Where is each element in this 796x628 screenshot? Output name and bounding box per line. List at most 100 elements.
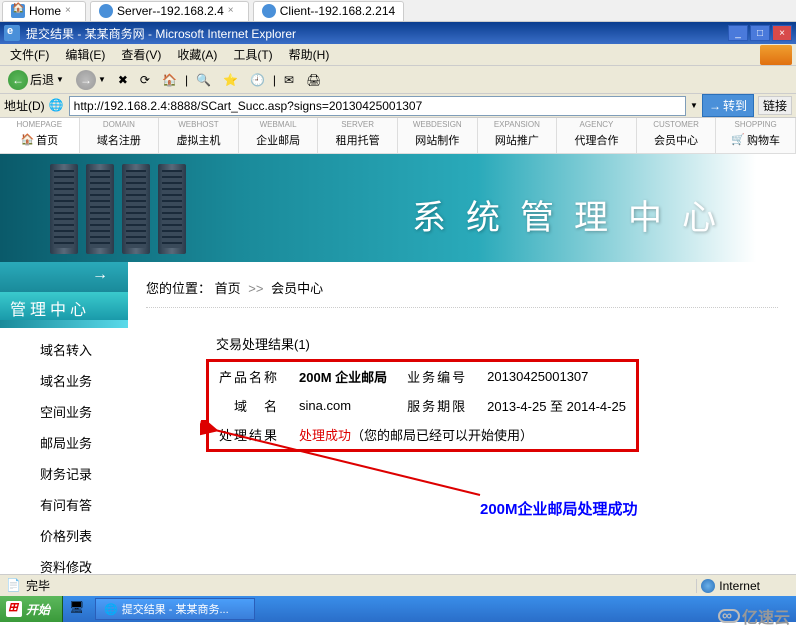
links-button[interactable]: 链接 (758, 96, 792, 115)
sidebar-item-qa[interactable]: 有问有答 (0, 489, 128, 520)
forward-button[interactable]: → ▼ (72, 68, 110, 92)
tab-label: Client--192.168.2.214 (280, 4, 395, 18)
value-result: 处理成功（您的邮局已经可以开始使用） (289, 420, 637, 451)
nav-customer[interactable]: CUSTOMER会员中心 (637, 118, 717, 153)
ie-logo-icon (4, 25, 20, 41)
ie-toolbar: ← 后退 ▼ → ▼ ✖ ⟳ 🏠 | 🔍 ⭐ 🕘 | ✉ 🖨 (0, 66, 796, 94)
separator: | (273, 73, 276, 87)
menu-file[interactable]: 文件(F) (4, 44, 55, 65)
separator: | (185, 73, 188, 87)
cloud-icon (718, 609, 740, 623)
server-rack-graphic (50, 164, 186, 254)
sidebar-item-mail-biz[interactable]: 邮局业务 (0, 427, 128, 458)
result-box: 交易处理结果(1) 产品名称 200M 企业邮局 业务编号 2013042500… (206, 328, 778, 452)
go-button[interactable]: → 转到 (702, 94, 754, 117)
sidebar-item-pricelist[interactable]: 价格列表 (0, 520, 128, 551)
start-button[interactable]: 开始 (0, 596, 63, 622)
nav-webdesign[interactable]: WEBDESIGN网站制作 (398, 118, 478, 153)
print-button[interactable]: 🖨 (302, 71, 325, 89)
sidebar-item-domain-transfer[interactable]: 域名转入 (0, 334, 128, 365)
nav-domain[interactable]: DOMAIN域名注册 (80, 118, 160, 153)
result-table: 产品名称 200M 企业邮局 业务编号 20130425001307 域 名 s… (206, 359, 639, 452)
ie-titlebar: 提交结果 - 某某商务网 - Microsoft Internet Explor… (0, 22, 796, 44)
breadcrumb: 您的位置： 首页 >> 会员中心 (146, 274, 778, 301)
close-icon[interactable]: × (65, 5, 77, 17)
start-label: 开始 (26, 601, 50, 618)
home-button[interactable]: 🏠 (158, 71, 181, 89)
house-icon: 🏠 (20, 133, 34, 146)
divider (146, 307, 778, 308)
home-icon (11, 4, 25, 18)
menu-view[interactable]: 查看(V) (115, 44, 167, 65)
tab-server[interactable]: Server--192.168.2.4 × (90, 1, 249, 21)
quick-launch: 🖥 (63, 600, 93, 618)
breadcrumb-home[interactable]: 首页 (215, 281, 241, 296)
window-title: 提交结果 - 某某商务网 - Microsoft Internet Explor… (26, 25, 296, 42)
tab-home[interactable]: Home × (2, 1, 86, 21)
breadcrumb-label: 您的位置： (146, 281, 211, 296)
nav-expansion[interactable]: EXPANSION网站推广 (478, 118, 558, 153)
minimize-button[interactable]: _ (728, 25, 748, 41)
menu-tools[interactable]: 工具(T) (227, 44, 278, 65)
history-icon: 🕘 (250, 73, 265, 87)
watermark: 亿速云 (718, 604, 790, 628)
sidebar-item-domain-biz[interactable]: 域名业务 (0, 365, 128, 396)
banner-title: 系统管理中心 (412, 190, 736, 239)
search-button[interactable]: 🔍 (192, 71, 215, 89)
ie-menubar: 文件(F) 编辑(E) 查看(V) 收藏(A) 工具(T) 帮助(H) (0, 44, 796, 66)
maximize-button[interactable]: □ (750, 25, 770, 41)
refresh-icon: ⟳ (140, 73, 150, 87)
tab-client[interactable]: Client--192.168.2.214 (253, 1, 404, 21)
nav-shopping[interactable]: SHOPPING🛒购物车 (716, 118, 796, 153)
desktop-icon[interactable]: 🖥 (69, 600, 87, 618)
globe-icon (99, 4, 113, 18)
nav-agency[interactable]: AGENCY代理合作 (557, 118, 637, 153)
taskbar: 开始 🖥 🌐 提交结果 - 某某商务... (0, 596, 796, 622)
breadcrumb-sep: >> (248, 281, 263, 296)
sidebar-item-finance[interactable]: 财务记录 (0, 458, 128, 489)
close-icon[interactable]: × (228, 5, 240, 17)
close-button[interactable]: × (772, 25, 792, 41)
value-domain: sina.com (289, 391, 397, 420)
stop-button[interactable]: ✖ (114, 71, 132, 89)
nav-homepage[interactable]: HOMEPAGE🏠首页 (0, 118, 80, 153)
menu-edit[interactable]: 编辑(E) (59, 44, 111, 65)
nav-server[interactable]: SERVER租用托管 (318, 118, 398, 153)
address-input[interactable] (69, 96, 686, 116)
result-title: 交易处理结果(1) (206, 328, 778, 359)
sidebar-item-space-biz[interactable]: 空间业务 (0, 396, 128, 427)
globe-icon (701, 579, 715, 593)
window-controls: _ □ × (728, 25, 792, 41)
value-bizno: 20130425001307 (477, 361, 637, 392)
security-zone: Internet (696, 579, 790, 593)
mail-button[interactable]: ✉ (280, 71, 298, 89)
history-button[interactable]: 🕘 (246, 71, 269, 89)
star-icon: ⭐ (223, 73, 238, 87)
refresh-button[interactable]: ⟳ (136, 71, 154, 89)
stop-icon: ✖ (118, 73, 128, 87)
label-domain: 域 名 (208, 391, 290, 420)
globe-icon (262, 4, 276, 18)
value-product: 200M 企业邮局 (289, 361, 397, 392)
nav-webmail[interactable]: WEBMAIL企业邮局 (239, 118, 319, 153)
back-icon: ← (8, 70, 28, 90)
chevron-down-icon: ▼ (56, 75, 64, 84)
tab-label: Home (29, 4, 61, 18)
sidebar-title: 管理中心 (0, 292, 128, 320)
home-icon: 🏠 (162, 73, 177, 87)
menu-help[interactable]: 帮助(H) (283, 44, 336, 65)
menu-favorites[interactable]: 收藏(A) (171, 44, 223, 65)
nav-webhost[interactable]: WEBHOST虚拟主机 (159, 118, 239, 153)
chevron-down-icon[interactable]: ▼ (690, 101, 698, 110)
print-icon: 🖨 (306, 73, 321, 87)
taskbar-item[interactable]: 🌐 提交结果 - 某某商务... (95, 598, 255, 620)
back-button[interactable]: ← 后退 ▼ (4, 68, 68, 92)
favorites-button[interactable]: ⭐ (219, 71, 242, 89)
task-label: 提交结果 - 某某商务... (122, 601, 229, 617)
chevron-down-icon: ▼ (98, 75, 106, 84)
browser-tabs: Home × Server--192.168.2.4 × Client--192… (0, 0, 796, 22)
sidebar-header-arrow (0, 262, 128, 292)
address-bar: 地址(D) 🌐 ▼ → 转到 链接 (0, 94, 796, 118)
windows-logo-icon (760, 45, 792, 65)
search-icon: 🔍 (196, 73, 211, 87)
